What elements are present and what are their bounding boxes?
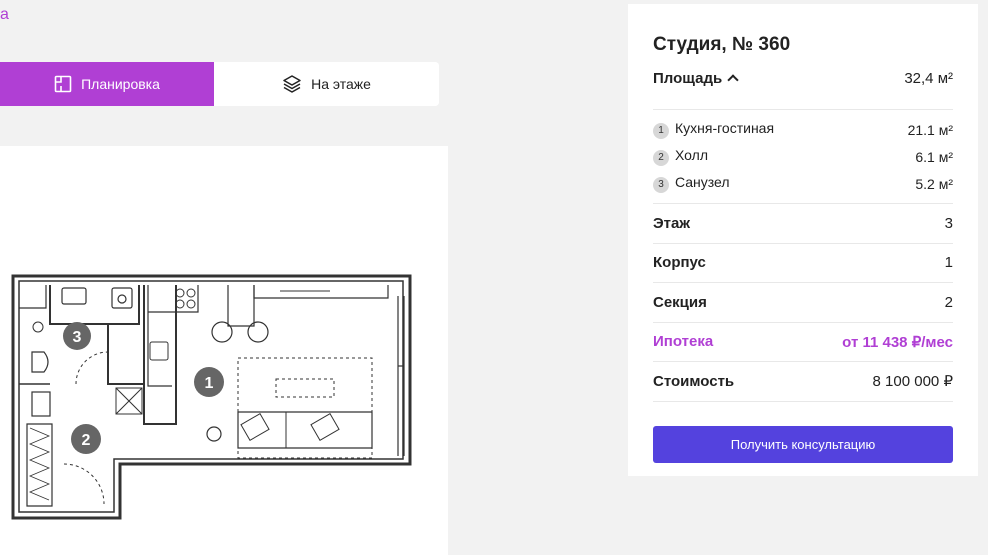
room-marker-3-label: 3 [73,329,82,346]
room-number-badge: 2 [653,149,669,166]
area-label: Площадь [653,70,723,87]
room-name: Санузел [675,174,730,191]
price-label: Стоимость [653,372,735,390]
floor-plan: 3 1 2 [0,146,448,555]
list-item: 1 Кухня-гостиная 21.1 м² [653,116,953,143]
room-marker-1-label: 1 [205,375,214,392]
mortgage-value[interactable]: от 11 438 ₽/мес [842,333,953,351]
layers-icon [282,74,302,94]
building-row: Корпус 1 [653,244,953,283]
get-consultation-button[interactable]: Получить консультацию [653,425,953,463]
room-name: Холл [675,147,708,164]
chevron-up-icon[interactable] [727,74,739,86]
room-number-badge: 1 [653,122,669,139]
view-tabs: Планировка На этаже [0,62,439,106]
room-area: 21.1 м² [907,121,953,138]
section-value: 2 [944,293,953,311]
floorplan-icon [54,75,72,93]
section-row: Секция 2 [653,283,953,323]
tab-floorplan-label: Планировка [81,76,160,92]
room-marker-3: 3 [63,322,91,350]
tab-on-floor[interactable]: На этаже [214,62,439,106]
apartment-title: Студия, № 360 [653,34,791,55]
room-marker-2: 2 [71,424,101,454]
list-item: 3 Санузел 5.2 м² [653,170,953,197]
mortgage-label: Ипотека [653,333,714,351]
room-area: 6.1 м² [915,148,953,165]
rooms-list: 1 Кухня-гостиная 21.1 м² 2 Холл 6.1 м² 3 Са… [653,110,953,204]
floor-plan-drawing: 3 1 2 [11,274,412,520]
tab-on-floor-label: На этаже [311,76,371,92]
floor-label: Этаж [653,214,690,232]
section-label: Секция [653,293,707,311]
room-marker-1: 1 [194,367,224,397]
floor-row: Этаж 3 [653,204,953,244]
area-value: 32,4 м² [904,70,953,87]
list-item: 2 Холл 6.1 м² [653,143,953,170]
area-row[interactable]: Площадь 32,4 м² [653,70,953,110]
apartment-info-card: Студия, № 360 Площадь 32,4 м² 1 Кухня-гос… [628,4,978,476]
mortgage-row[interactable]: Ипотека от 11 438 ₽/мес [653,323,953,362]
building-label: Корпус [653,254,706,272]
room-name: Кухня-гостиная [675,120,775,137]
room-area: 5.2 м² [915,175,953,192]
room-marker-2-label: 2 [82,432,91,449]
price-value: 8 100 000 ₽ [872,373,953,391]
tab-floorplan[interactable]: Планировка [0,62,214,106]
back-link[interactable]: a [0,6,9,24]
building-value: 1 [944,254,953,272]
floor-value: 3 [944,214,953,232]
price-row: Стоимость 8 100 000 ₽ [653,362,953,402]
room-number-badge: 3 [653,176,669,193]
